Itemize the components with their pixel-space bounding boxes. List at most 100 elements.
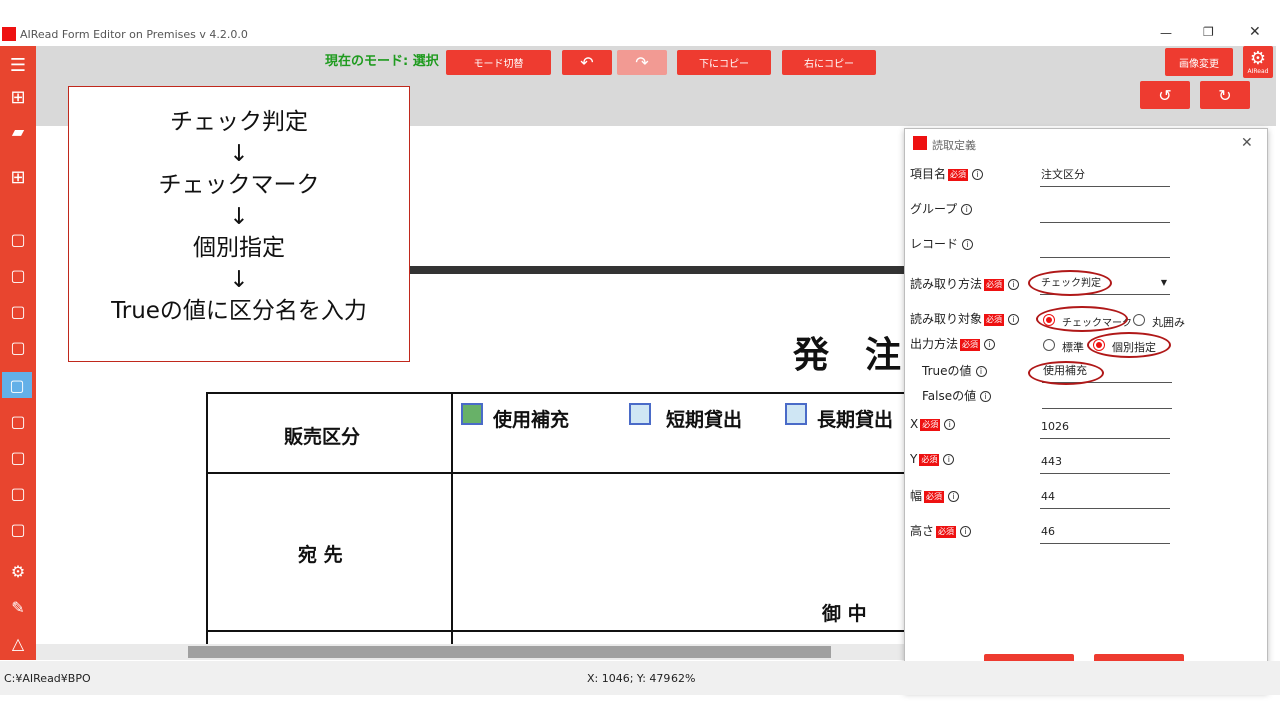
output-method-label: 出力方法 必須 i (910, 335, 996, 352)
radio-standard-label: 標準 (1062, 341, 1084, 354)
page-icon[interactable]: ▢ (6, 516, 30, 542)
required-badge: 必須 (924, 490, 945, 503)
rotate-left-icon: ↺ (1158, 85, 1172, 105)
open-folder-icon[interactable]: ▰ (6, 118, 30, 144)
page-icon[interactable]: ▢ (6, 444, 30, 470)
info-icon: i (1008, 314, 1020, 325)
radio-circle[interactable] (1133, 314, 1145, 326)
logo-text: AIRead (1247, 67, 1269, 75)
dialog-logo-icon (913, 136, 927, 150)
info-icon: i (961, 204, 973, 215)
app-logo-icon (2, 27, 16, 41)
false-value-field[interactable] (1042, 387, 1172, 409)
scrollbar-thumb[interactable] (188, 646, 831, 658)
new-form-icon[interactable]: ⊞ (6, 84, 30, 110)
read-method-label: 読み取り方法 必須 i (910, 275, 1020, 292)
copy-right-button[interactable]: 右にコピー (782, 50, 876, 75)
page-icon[interactable]: ▢ (6, 334, 30, 360)
record-field[interactable] (1040, 236, 1170, 258)
export-icon[interactable]: ✎ (6, 594, 30, 620)
x-field[interactable]: 1026 (1040, 417, 1170, 439)
page-icon[interactable]: ▢ (6, 408, 30, 434)
info-icon: i (1008, 279, 1020, 290)
info-icon: i (943, 454, 955, 465)
left-sidebar: ☰ ⊞ ▰ ⊞ ▢ ▢ ▢ ▢ ▢ ▢ ▢ ▢ ▢ ⚙ ✎ △ (0, 46, 36, 660)
radio-standard[interactable] (1043, 339, 1055, 351)
status-path: C:¥AIRead¥BPO (4, 672, 91, 685)
network-icon[interactable]: △ (6, 630, 30, 656)
mode-switch-button[interactable]: モード切替 (446, 50, 551, 75)
status-coords: X: 1046; Y: 479 (587, 672, 671, 685)
rotate-right-button[interactable]: ↻ (1200, 81, 1250, 109)
page-icon[interactable]: ▢ (6, 226, 30, 252)
read-definition-dialog: 読取定義 ✕ 項目名 必須 i 注文区分 グループ i レコード i 読み取り方法 必須 i… (904, 128, 1268, 692)
document-title: 発 注 (793, 335, 902, 376)
rotate-left-button[interactable]: ↺ (1140, 81, 1190, 109)
info-icon: i (948, 491, 960, 502)
redo-icon: ↷ (635, 53, 649, 72)
title-bar: AIRead Form Editor on Premises v 4.2.0.0… (0, 24, 1280, 46)
required-badge: 必須 (984, 278, 1005, 291)
page-icon[interactable]: ▢ (6, 480, 30, 506)
width-field[interactable]: 44 (1040, 487, 1170, 509)
annotation-line: チェック判定 (170, 109, 308, 135)
group-field[interactable] (1040, 201, 1170, 223)
required-badge: 必須 (948, 168, 969, 181)
change-image-button[interactable]: 画像変更 (1165, 48, 1233, 76)
width-label: 幅必須 i (910, 487, 960, 504)
minimize-icon[interactable]: — (1160, 26, 1172, 40)
gear-icon[interactable]: ⚙ (6, 558, 30, 584)
check-label: 長期貸出 (817, 409, 894, 431)
mode-label: 現在のモード: 選択 (325, 54, 439, 69)
row-label-destination: 宛 先 (298, 544, 343, 566)
close-icon[interactable]: ✕ (1249, 24, 1261, 40)
required-badge: 必須 (920, 418, 941, 431)
window-title: AIRead Form Editor on Premises v 4.2.0.0 (20, 28, 248, 41)
highlight-ellipse (1087, 332, 1171, 358)
info-icon: i (962, 239, 974, 250)
copy-down-button[interactable]: 下にコピー (677, 50, 771, 75)
radio-circle-label: 丸囲み (1152, 316, 1185, 329)
y-label: Y 必須 i (910, 452, 955, 466)
required-badge: 必須 (919, 453, 940, 466)
checkbox (629, 403, 651, 425)
restore-icon[interactable]: ❐ (1203, 25, 1214, 39)
settings-logo-button[interactable]: ⚙ AIRead (1243, 46, 1273, 78)
undo-button[interactable]: ↶ (562, 50, 612, 75)
table-vline (451, 392, 453, 644)
checkbox (785, 403, 807, 425)
height-label: 高さ 必須 i (910, 522, 972, 539)
info-icon: i (975, 366, 987, 377)
info-icon: i (984, 339, 996, 350)
status-zoom: 62% (671, 672, 696, 685)
highlight-ellipse (1036, 306, 1128, 332)
required-badge: 必須 (960, 338, 981, 351)
menu-icon[interactable]: ☰ (6, 52, 30, 78)
checkbox-checked (461, 403, 483, 425)
highlight-ellipse (1028, 270, 1112, 296)
rotate-right-icon: ↻ (1218, 85, 1232, 105)
annotation-line: Trueの値に区分名を入力 (111, 298, 367, 324)
page-icon-selected[interactable]: ▢ (2, 372, 32, 398)
y-field[interactable]: 443 (1040, 452, 1170, 474)
highlight-ellipse (1028, 361, 1104, 385)
page-icon[interactable]: ▢ (6, 262, 30, 288)
item-name-field[interactable]: 注文区分 (1040, 165, 1170, 187)
row-label-sales: 販売区分 (284, 426, 361, 448)
chevron-down-icon: ▼ (1160, 278, 1167, 287)
redo-button[interactable]: ↷ (617, 50, 667, 75)
check-label: 使用補充 (493, 409, 570, 431)
required-badge: 必須 (984, 313, 1005, 326)
record-label: レコード i (910, 235, 974, 252)
add-icon[interactable]: ⊞ (6, 164, 30, 190)
annotation-box: チェック判定 ↓ チェックマーク ↓ 個別指定 ↓ Trueの値に区分名を入力 (68, 86, 410, 362)
info-icon: i (972, 169, 984, 180)
annotation-arrow: ↓ (229, 203, 249, 230)
page-icon[interactable]: ▢ (6, 298, 30, 324)
height-field[interactable]: 46 (1040, 522, 1170, 544)
required-badge: 必須 (936, 525, 957, 538)
status-bar: C:¥AIRead¥BPO X: 1046; Y: 479 62% (0, 661, 1280, 695)
info-icon: i (980, 391, 992, 402)
true-value-label: Trueの値 i (922, 362, 987, 379)
dialog-close-icon[interactable]: ✕ (1241, 135, 1253, 151)
